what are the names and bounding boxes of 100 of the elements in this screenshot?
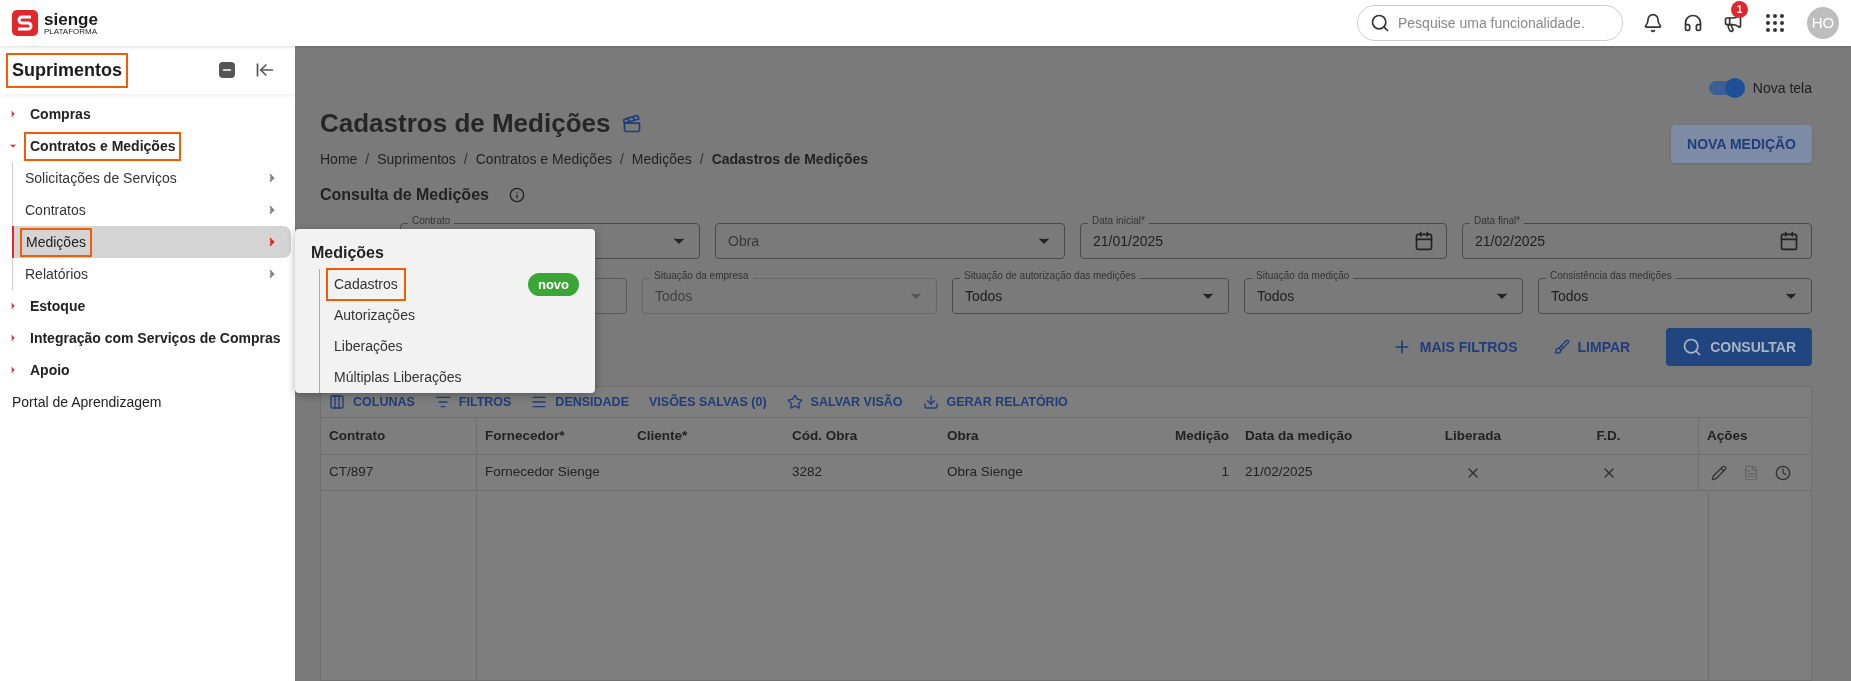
column-header: Medição (1174, 426, 1230, 445)
toolbar-button[interactable]: SALVAR VISÃO (786, 392, 903, 412)
sidebar-subitem-label: Solicitações de Serviços (24, 168, 178, 188)
sidebar-item[interactable]: Compras (26, 101, 95, 127)
edit-icon[interactable] (1711, 464, 1727, 481)
video-icon[interactable] (622, 113, 643, 134)
field-value: Todos (1257, 286, 1295, 306)
breadcrumb-separator: / (365, 150, 370, 169)
breadcrumb-link[interactable]: Suprimentos (377, 149, 456, 170)
table-cell-text: 3282 (791, 463, 824, 482)
caret-icon[interactable] (8, 333, 18, 343)
page-title: Cadastros de Medições (320, 107, 611, 140)
table-cell: Fornecedor Sienge (476, 455, 629, 490)
submenu-item[interactable]: Liberações (328, 332, 409, 361)
sidebar-subitem-label: Relatórios (24, 264, 90, 284)
field-value: 21/01/2025 (1093, 231, 1164, 251)
column-header: Data da medição (1244, 426, 1354, 445)
notification-badge: 1 (1731, 1, 1748, 18)
toolbar-button[interactable]: VISÕES SALVAS (0) (649, 392, 767, 412)
star-icon (786, 394, 803, 410)
toolbar-button[interactable]: COLUNAS (329, 392, 415, 412)
column-header: F.D. (1595, 426, 1622, 445)
column-header: Ações (1698, 418, 1811, 454)
filter-icon (434, 394, 451, 410)
search-button[interactable]: CONSULTAR (1666, 328, 1812, 366)
new-measurement-button[interactable]: NOVA MEDIÇÃO (1671, 125, 1812, 163)
column-header: Cód. Obra (791, 426, 859, 445)
field-value: Todos (965, 286, 1003, 306)
column-header: Contrato (328, 426, 387, 445)
field-label: Situação de autorização das medições (960, 270, 1140, 282)
field-value: Todos (655, 286, 693, 306)
submenu-item[interactable]: Cadastros (328, 270, 404, 299)
column-header: Fornecedor* (476, 418, 629, 454)
section-title: Consulta de Medições (320, 185, 489, 205)
sidebar-link[interactable]: Portal de Aprendizagem (8, 389, 166, 415)
breadcrumb-link[interactable]: Home (320, 149, 358, 170)
sidebar-title: Suprimentos (8, 54, 126, 86)
field-label: Consistência das medições (1546, 270, 1676, 282)
calendar-icon[interactable] (1414, 231, 1434, 251)
density-icon (531, 394, 548, 410)
submenu-title: Medições (311, 243, 385, 263)
logo-icon (12, 10, 38, 36)
headset-icon[interactable] (1683, 13, 1703, 33)
breadcrumb-current: Cadastros de Medições (711, 150, 868, 169)
field-label: Situação da empresa (650, 270, 753, 282)
calendar-icon[interactable] (1779, 231, 1799, 251)
info-icon[interactable] (508, 187, 525, 203)
select-field[interactable]: Obra (715, 223, 1065, 259)
field-label: Contrato (408, 215, 455, 227)
table-cell-text: Obra Sienge (946, 463, 1024, 482)
caret-icon[interactable] (8, 109, 18, 119)
collapse-sidebar-icon[interactable] (255, 60, 275, 80)
field-label: Data inicial* (1088, 215, 1149, 227)
search-icon (1682, 337, 1703, 357)
collapse-all-icon[interactable] (219, 62, 235, 78)
clear-button[interactable]: LIMPAR (1553, 336, 1631, 358)
search-placeholder: Pesquise uma funcionalidade. (1398, 13, 1585, 33)
field-value: 21/02/2025 (1475, 231, 1546, 251)
table-cell-text: 1 (1220, 463, 1230, 482)
sidebar-subitem-label: Medições (22, 229, 90, 255)
field-label: Data final* (1470, 215, 1525, 227)
logo-name: sienge (44, 10, 98, 28)
submenu-item[interactable]: Autorizações (328, 301, 421, 330)
toggle-label: Nova tela (1752, 78, 1812, 98)
breadcrumb-separator: / (699, 150, 704, 169)
caret-icon[interactable] (8, 141, 18, 151)
field-placeholder: Obra (728, 231, 760, 251)
sidebar-subitem[interactable]: Medições (12, 226, 291, 258)
sidebar-subitem[interactable]: Contratos (13, 194, 291, 226)
toolbar-button[interactable]: FILTROS (434, 392, 512, 412)
submenu-item[interactable]: Múltiplas Liberações (328, 363, 468, 392)
toolbar-button[interactable]: GERAR RELATÓRIO (922, 392, 1068, 412)
bell-icon[interactable] (1643, 13, 1663, 33)
sidebar-subitem[interactable]: Solicitações de Serviços (13, 162, 291, 194)
download-icon (922, 394, 939, 410)
caret-icon[interactable] (8, 301, 18, 311)
logo-tagline: PLATAFORMA (44, 27, 98, 36)
breadcrumb-separator: / (463, 150, 468, 169)
sidebar-item[interactable]: Estoque (26, 293, 90, 319)
column-header: Obra (946, 426, 980, 445)
sidebar-subitem-label: Contratos (24, 200, 87, 220)
apps-grid-icon[interactable] (1763, 11, 1787, 35)
column-header: Cliente* (636, 426, 689, 445)
sidebar-item[interactable]: Contratos e Medições (26, 133, 180, 159)
breadcrumb-separator: / (619, 150, 624, 169)
new-badge: novo (527, 272, 579, 297)
sidebar-item[interactable]: Apoio (26, 357, 74, 383)
table-cell-text: 21/02/2025 (1244, 463, 1314, 482)
toolbar-button[interactable]: DENSIDADE (531, 392, 629, 412)
caret-icon[interactable] (8, 365, 18, 375)
field-label: Situação da medição (1252, 270, 1354, 282)
columns-icon (329, 394, 345, 410)
toggle-switch[interactable] (1708, 81, 1745, 95)
sidebar-item[interactable]: Integração com Serviços de Compras (26, 325, 285, 351)
table-cell-text: CT/897 (328, 463, 375, 482)
breadcrumb-link[interactable]: Contratos e Medições (475, 149, 612, 170)
breadcrumb-link[interactable]: Medições (631, 149, 692, 170)
clock-icon[interactable] (1775, 464, 1791, 481)
more-filters-button[interactable]: MAIS FILTROS (1391, 336, 1518, 358)
sidebar-subitem[interactable]: Relatórios (13, 258, 291, 290)
